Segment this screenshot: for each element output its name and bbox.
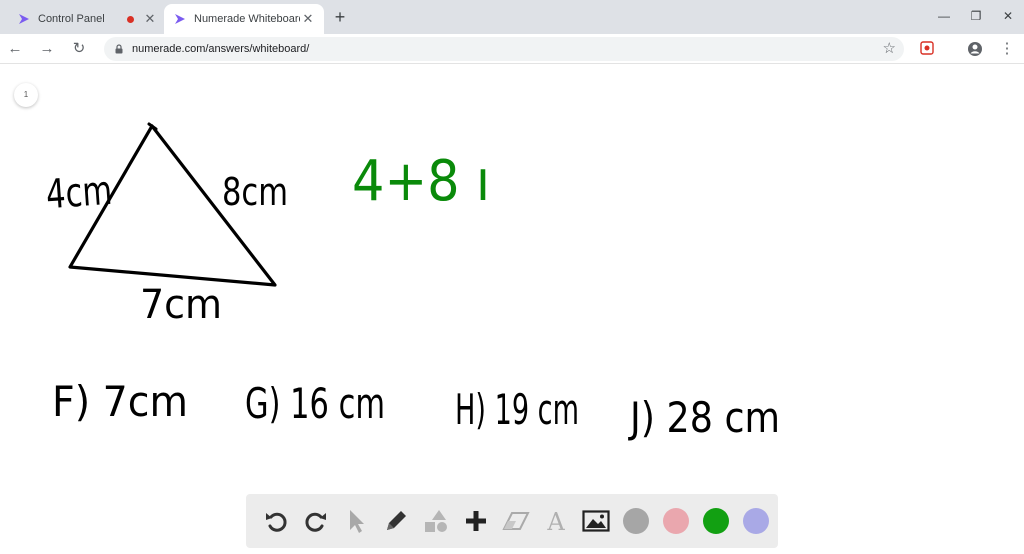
numerade-logo-icon: [16, 11, 32, 27]
back-icon[interactable]: ←: [4, 38, 26, 60]
url-text: numerade.com/answers/whiteboard/: [132, 43, 310, 55]
numerade-logo-icon: [172, 11, 188, 27]
image-icon[interactable]: [576, 501, 616, 541]
redo-icon[interactable]: [296, 501, 336, 541]
close-icon[interactable]: ✕: [142, 11, 158, 27]
svg-text:A: A: [546, 508, 565, 534]
choice-j: J) 28 cm: [627, 393, 780, 442]
reload-icon[interactable]: ↻: [68, 38, 90, 60]
bookmark-star-icon[interactable]: ☆: [883, 39, 896, 57]
side-label-left: 4cm: [45, 168, 114, 218]
extension-icon[interactable]: [920, 41, 934, 55]
pencil-icon[interactable]: [376, 501, 416, 541]
color-swatch-dot: [663, 508, 689, 534]
choice-f: F) 7cm: [52, 377, 188, 426]
color-swatch-lavender[interactable]: [736, 501, 776, 541]
side-label-bottom: 7cm: [140, 282, 222, 328]
lock-icon: [115, 44, 123, 54]
tab-title: Numerade Whiteboard: [194, 13, 300, 25]
tab-title: Control Panel: [38, 13, 105, 25]
color-swatch-dot: [703, 508, 729, 534]
undo-icon[interactable]: [256, 501, 296, 541]
choice-g: G) 16 cm: [245, 379, 385, 428]
color-swatch-gray[interactable]: [616, 501, 656, 541]
tab-strip: Control Panel ✕ Numerade Whiteboard ✕ + …: [0, 0, 1024, 34]
close-icon[interactable]: ✕: [300, 11, 316, 27]
address-bar[interactable]: numerade.com/answers/whiteboard/ ☆: [104, 37, 904, 61]
color-swatch-green[interactable]: [696, 501, 736, 541]
whiteboard-canvas[interactable]: 1 4cm 8cm 7cm 4+8 ı F) 7cm G) 16 cm H) 1…: [0, 65, 1024, 554]
work-expression: 4+8 ı: [352, 149, 490, 214]
color-swatch-pink[interactable]: [656, 501, 696, 541]
pointer-icon[interactable]: [336, 501, 376, 541]
recording-icon: [127, 15, 134, 23]
tab-control-panel[interactable]: Control Panel ✕: [8, 4, 166, 34]
minimize-icon[interactable]: —: [930, 6, 958, 26]
profile-avatar-icon[interactable]: [967, 41, 983, 57]
whiteboard-drawing: 4cm 8cm 7cm 4+8 ı F) 7cm G) 16 cm H) 19 …: [45, 122, 780, 442]
color-swatch-dot: [743, 508, 769, 534]
restore-icon[interactable]: ❐: [962, 6, 990, 26]
window-close-icon[interactable]: ✕: [994, 6, 1022, 26]
color-swatch-dot: [623, 508, 649, 534]
forward-icon[interactable]: →: [36, 38, 58, 60]
plus-icon[interactable]: [456, 501, 496, 541]
menu-kebab-icon[interactable]: ⋮: [996, 38, 1018, 60]
tab-numerade-whiteboard[interactable]: Numerade Whiteboard ✕: [164, 4, 324, 34]
eraser-icon[interactable]: [496, 501, 536, 541]
text-icon[interactable]: A: [536, 501, 576, 541]
browser-toolbar: ← → ↻ numerade.com/answers/whiteboard/ ☆…: [0, 34, 1024, 64]
choice-h: H) 19 cm: [455, 385, 579, 434]
side-label-right: 8cm: [222, 170, 288, 214]
new-tab-button[interactable]: +: [330, 7, 350, 27]
tool-dock: A: [246, 494, 778, 548]
shapes-icon[interactable]: [416, 501, 456, 541]
